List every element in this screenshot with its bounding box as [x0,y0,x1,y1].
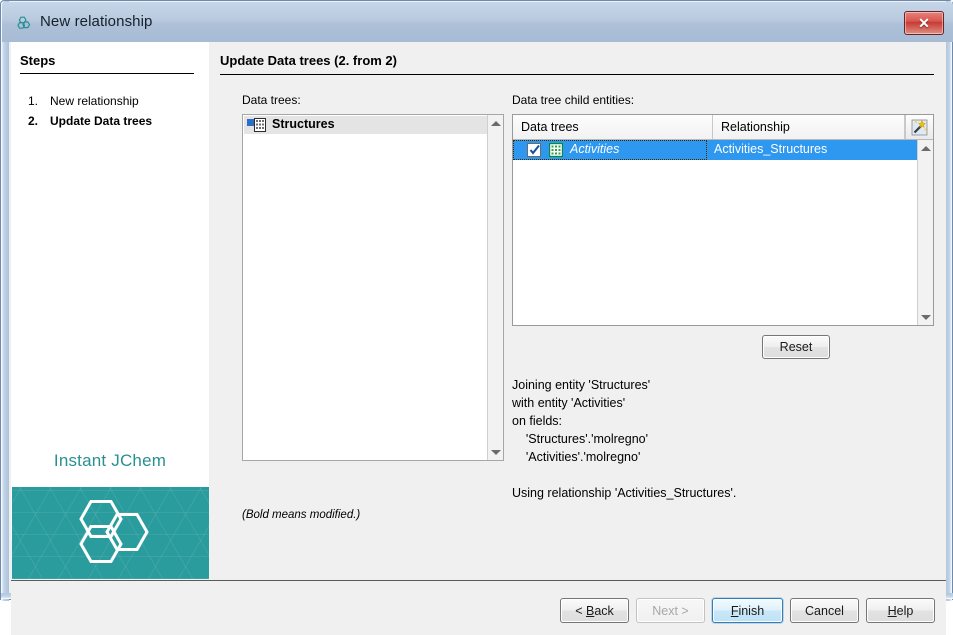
tree-item-label: Structures [272,117,335,131]
bold-means-modified-note: (Bold means modified.) [242,509,360,521]
molecule-icon [16,14,33,31]
green-grid-table-icon [549,143,563,160]
child-entities-table[interactable]: Data trees Relationship [512,114,934,326]
grid-table-icon [254,118,268,135]
row-cell-relationship: Activities_Structures [714,142,827,156]
step-label: New relationship [50,94,139,108]
data-trees-label: Data trees: [242,93,301,107]
close-icon: ✕ [905,12,943,34]
data-trees-tree[interactable]: Structures [242,114,504,461]
step-label: Update Data trees [50,114,152,128]
expand-handle-icon[interactable] [247,119,254,126]
close-button[interactable]: ✕ [904,11,944,35]
help-button-label: Help [888,604,914,618]
sidebar-step-1[interactable]: 1. New relationship [20,94,205,110]
next-button[interactable]: Next > [636,598,705,623]
scroll-up-icon[interactable] [488,115,504,131]
tree-vertical-scrollbar[interactable] [487,115,503,460]
brand-panel [12,487,209,579]
back-button-label: < Back [575,604,614,618]
magic-wand-column-selector-icon[interactable] [905,115,933,139]
tree-item-structures[interactable]: Structures [244,116,489,134]
window-frame-left [1,1,9,601]
step-number: 2. [28,114,38,128]
relationship-summary-text: Joining entity 'Structures' with entity … [512,376,736,502]
brand-name: Instant JChem [11,451,209,471]
page-title-divider [220,74,934,75]
window-title: New relationship [40,13,153,30]
scroll-down-icon[interactable] [918,309,934,325]
column-header-relationship[interactable]: Relationship [713,115,905,139]
child-entities-label: Data tree child entities: [512,93,634,107]
scroll-up-icon[interactable] [918,140,934,156]
dialog-footer: < Back Next > Finish Cancel Help [11,581,946,635]
table-header-row: Data trees Relationship [513,115,933,140]
title-bar[interactable]: New relationship ✕ [2,2,953,42]
dialog-window: New relationship ✕ Steps 1. New relation… [0,0,953,600]
page-title: Update Data trees (2. from 2) [220,53,397,68]
window-frame-right [946,1,952,601]
dialog-body: Steps 1. New relationship 2. Update Data… [11,42,946,594]
sidebar-step-2[interactable]: 2. Update Data trees [20,114,205,130]
table-row[interactable]: Activities Activities_Structures [513,140,917,160]
back-button[interactable]: < Back [560,598,629,623]
finish-button[interactable]: Finish [712,598,783,623]
reset-button[interactable]: Reset [762,335,830,359]
row-checkbox[interactable] [527,143,541,157]
column-header-data-trees[interactable]: Data trees [513,115,713,139]
next-button-label: Next > [652,604,688,618]
hexagon-molecule-logo [69,498,153,569]
steps-divider [20,73,194,74]
main-panel: Update Data trees (2. from 2) Data trees… [209,42,946,580]
steps-sidebar: Steps 1. New relationship 2. Update Data… [11,42,209,540]
cancel-button[interactable]: Cancel [790,598,859,623]
scroll-down-icon[interactable] [488,444,504,460]
table-vertical-scrollbar[interactable] [917,140,933,325]
row-cell-data-tree-name: Activities [570,142,619,156]
help-button[interactable]: Help [866,598,935,623]
step-number: 1. [28,94,38,108]
finish-button-label: Finish [731,604,764,618]
cancel-button-label: Cancel [805,604,844,618]
steps-heading: Steps [20,53,55,68]
